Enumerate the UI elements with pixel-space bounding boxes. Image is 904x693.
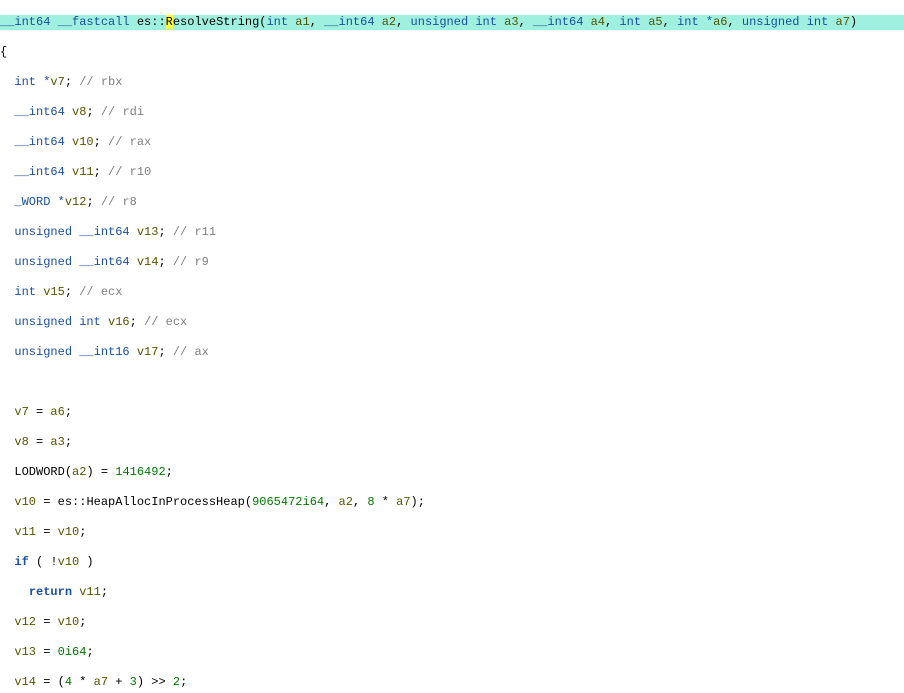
stmt: v13 = 0i64; <box>0 645 904 660</box>
blank-line <box>0 375 904 390</box>
stmt: return v11; <box>0 585 904 600</box>
stmt: v12 = v10; <box>0 615 904 630</box>
decl-line: int *v7; // rbx <box>0 75 904 90</box>
decl-line: __int64 v11; // r10 <box>0 165 904 180</box>
function-signature-line[interactable]: __int64 __fastcall es::ResolveString(int… <box>0 15 904 30</box>
function-name-rest: esolveString <box>173 15 259 29</box>
decl-line: unsigned __int64 v14; // r9 <box>0 255 904 270</box>
brace-open: { <box>0 45 904 60</box>
stmt: v11 = v10; <box>0 525 904 540</box>
decl-line: unsigned int v16; // ecx <box>0 315 904 330</box>
namespace: es <box>137 15 151 29</box>
stmt: LODWORD(a2) = 1416492; <box>0 465 904 480</box>
stmt: if ( !v10 ) <box>0 555 904 570</box>
stmt: v10 = es::HeapAllocInProcessHeap(9065472… <box>0 495 904 510</box>
decl-line: __int64 v8; // rdi <box>0 105 904 120</box>
stmt: v7 = a6; <box>0 405 904 420</box>
decompiler-view[interactable]: __int64 __fastcall es::ResolveString(int… <box>0 0 904 693</box>
return-type: __int64 <box>0 15 50 29</box>
decl-line: _WORD *v12; // r8 <box>0 195 904 210</box>
decl-line: int v15; // ecx <box>0 285 904 300</box>
stmt: v14 = (4 * a7 + 3) >> 2; <box>0 675 904 690</box>
decl-line: __int64 v10; // rax <box>0 135 904 150</box>
decl-line: unsigned __int16 v17; // ax <box>0 345 904 360</box>
stmt: v8 = a3; <box>0 435 904 450</box>
calling-convention: __fastcall <box>58 15 130 29</box>
decl-line: unsigned __int64 v13; // r11 <box>0 225 904 240</box>
cursor: R <box>166 15 173 29</box>
